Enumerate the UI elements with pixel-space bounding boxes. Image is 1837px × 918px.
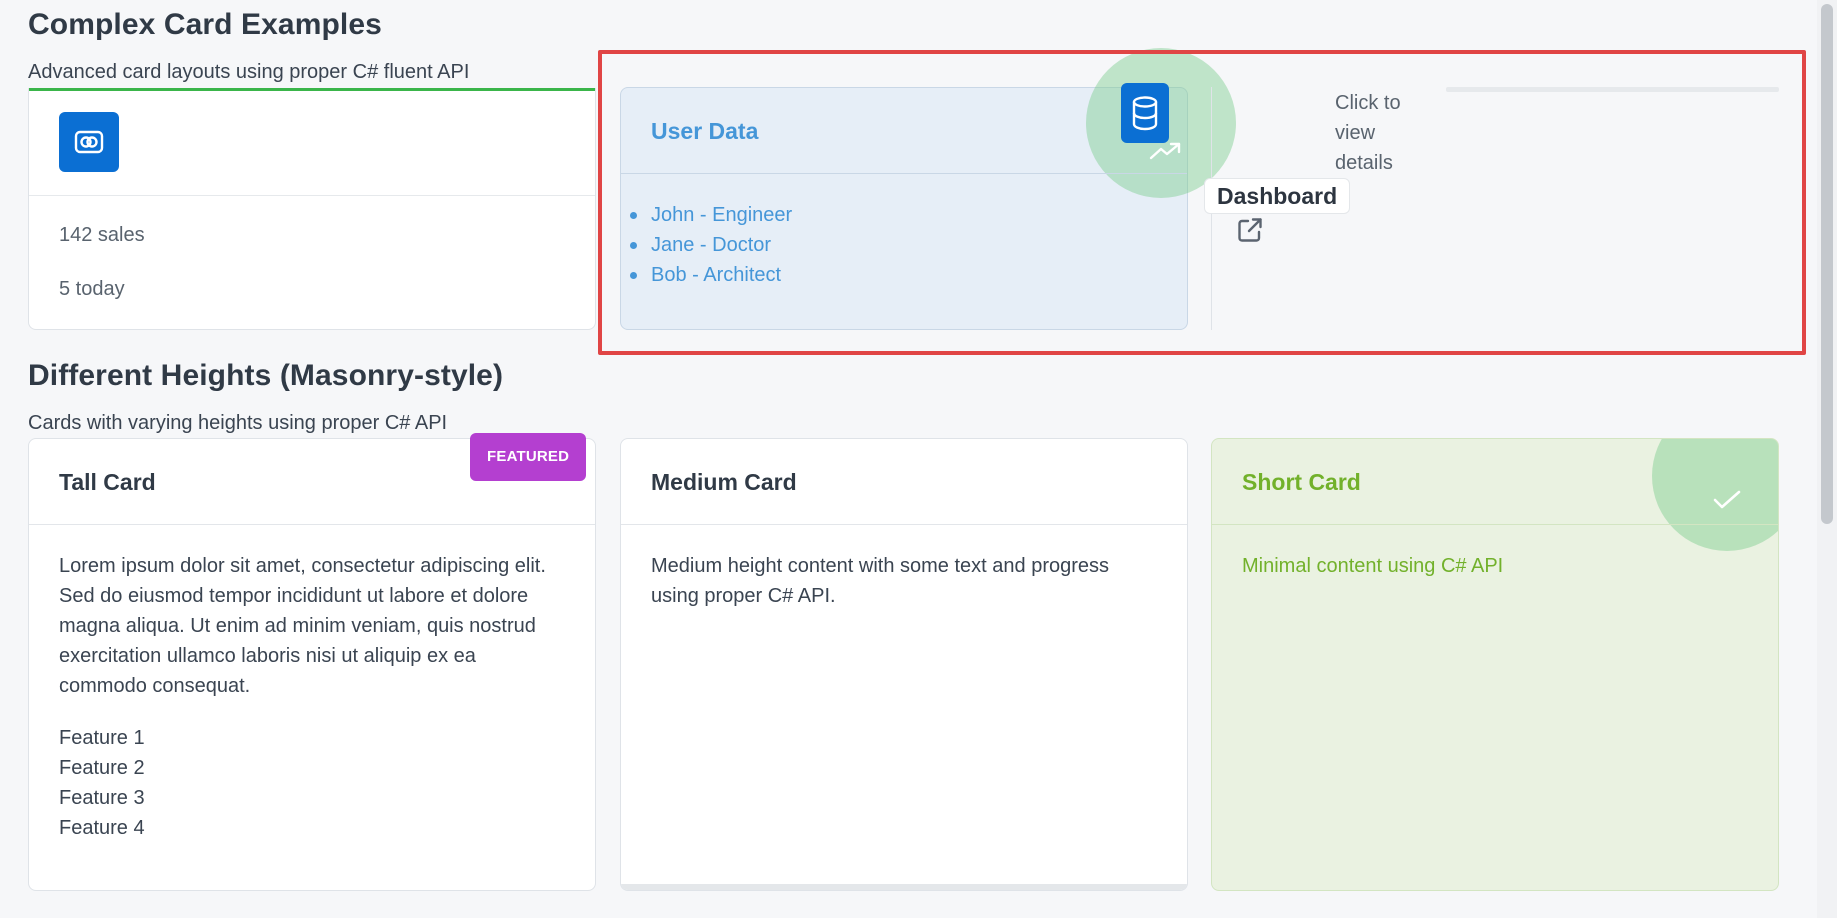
- medium-card: Medium Card Medium height content with s…: [620, 438, 1188, 891]
- dashboard-link[interactable]: Dashboard: [1204, 178, 1351, 214]
- user-data-title: User Data: [651, 118, 759, 144]
- feature-list: Feature 1 Feature 2 Feature 3 Feature 4: [59, 723, 145, 843]
- user-list: John - Engineer Jane - Doctor Bob - Arch…: [629, 200, 792, 290]
- short-card-title: Short Card: [1242, 469, 1361, 495]
- tall-card-body: Lorem ipsum dolor sit amet, consectetur …: [59, 555, 546, 697]
- medium-card-body: Medium height content with some text and…: [651, 555, 1110, 607]
- scrollbar-thumb[interactable]: [1821, 4, 1833, 524]
- short-card-body: Minimal content using C# API: [1242, 555, 1504, 577]
- section-title-complex: Complex Card Examples: [28, 8, 382, 41]
- section-subtitle-complex: Advanced card layouts using proper C# fl…: [28, 61, 470, 83]
- user-data-card: User Data John - Engineer Jane - Doctor …: [620, 48, 1236, 330]
- list-item: Bob - Architect: [629, 260, 792, 290]
- progress-track: [1446, 87, 1779, 92]
- tall-card-title: Tall Card: [59, 469, 156, 495]
- section-title-masonry: Different Heights (Masonry-style): [28, 359, 504, 392]
- card-header: Short Card: [1212, 439, 1778, 525]
- list-item: Feature 4: [59, 817, 145, 839]
- section-subtitle-masonry: Cards with varying heights using proper …: [28, 412, 448, 434]
- list-item: Feature 2: [59, 757, 145, 779]
- trending-up-icon: [1149, 142, 1181, 160]
- click-details-hint: Click to view details: [1335, 92, 1401, 174]
- short-card: Short Card Minimal content using C# API: [1211, 438, 1779, 891]
- external-link-icon[interactable]: [1235, 215, 1265, 245]
- list-item: Jane - Doctor: [629, 230, 792, 260]
- card-header: Medium Card: [621, 439, 1187, 525]
- database-icon: [1121, 83, 1169, 143]
- sales-count: 142 sales: [59, 224, 145, 246]
- list-item: John - Engineer: [629, 200, 792, 230]
- progress-bar: [621, 884, 1187, 890]
- featured-badge: FEATURED: [470, 433, 587, 481]
- vertical-scrollbar[interactable]: [1817, 0, 1837, 918]
- medium-card-title: Medium Card: [651, 469, 797, 495]
- card-divider: [29, 195, 595, 196]
- brand-infinity-icon: [59, 112, 119, 172]
- list-item: Feature 3: [59, 787, 145, 809]
- sales-card: 142 sales 5 today: [28, 88, 596, 330]
- tall-card: Tall Card Lorem ipsum dolor sit amet, co…: [28, 438, 596, 891]
- card-header: User Data: [621, 88, 1187, 174]
- sales-today: 5 today: [59, 278, 125, 300]
- accent-line: [29, 88, 595, 91]
- check-icon: [1713, 490, 1741, 509]
- list-item: Feature 1: [59, 727, 145, 749]
